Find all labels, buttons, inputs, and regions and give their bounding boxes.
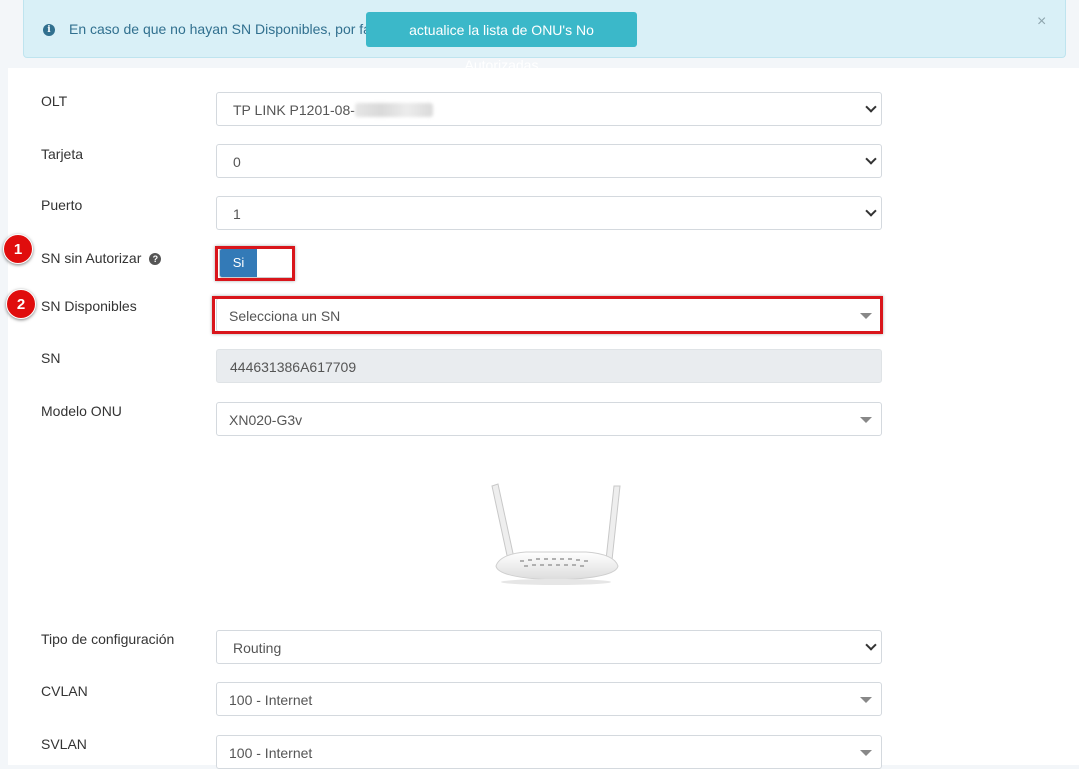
cvlan-label: CVLAN [41,683,88,699]
redacted-text [354,103,433,117]
annotation-badge-2: 2 [6,289,36,319]
tarjeta-value: 0 [233,154,241,170]
caret-down-icon [860,417,872,423]
sn-sin-autorizar-text: SN sin Autorizar [41,250,142,266]
svlan-label: SVLAN [41,736,87,752]
annotation-badge-1: 1 [3,234,33,264]
sn-disponibles-label: SN Disponibles [41,298,137,314]
tarjeta-label: Tarjeta [41,146,84,162]
caret-down-icon [860,697,872,703]
olt-select[interactable]: TP LINK P1201-08- [216,92,882,126]
puerto-value: 1 [233,206,241,222]
chevron-down-icon [865,153,877,165]
tipo-config-label: Tipo de configuración [41,631,175,647]
svlan-value: 100 - Internet [229,745,313,761]
cvlan-select[interactable]: 100 - Internet [216,682,882,716]
tipo-config-select[interactable]: Routing [216,630,882,664]
chevron-down-icon [865,639,877,651]
sn-sin-autorizar-label: SN sin Autorizar? [41,250,162,266]
modelo-onu-value: XN020-G3v [229,412,303,428]
chevron-down-icon [865,205,877,217]
olt-value: TP LINK P1201-08- [233,102,355,118]
svlan-select[interactable]: 100 - Internet [216,735,882,769]
modelo-onu-select[interactable]: XN020-G3v [216,402,882,436]
highlight-box-sn-disponibles [212,296,883,334]
sn-label: SN [41,350,61,366]
onu-router-image [491,483,621,585]
olt-label: OLT [41,93,68,109]
sn-field: 444631386A617709 [216,349,882,383]
sn-value: 444631386A617709 [230,359,357,375]
puerto-label: Puerto [41,197,83,213]
refresh-unauthorized-onu-button[interactable]: actualice la lista de ONU's No Autorizad… [366,12,637,73]
caret-down-icon [860,750,872,756]
puerto-select[interactable]: 1 [216,196,882,230]
info-icon: i [43,24,55,36]
chevron-down-icon [865,101,877,113]
alert-message: En caso de que no hayan SN Disponibles, … [69,21,391,37]
highlight-box-toggle [215,246,295,281]
tarjeta-select[interactable]: 0 [216,144,882,178]
onu-form-card: OLT TP LINK P1201-08- Tarjeta 0 Puerto 1… [8,68,1079,769]
question-icon[interactable]: ? [149,253,162,265]
tipo-config-value: Routing [233,640,282,656]
cvlan-value: 100 - Internet [229,692,313,708]
info-alert: i En caso de que no hayan SN Disponibles… [23,0,1066,73]
modelo-onu-label: Modelo ONU [41,403,122,419]
close-icon[interactable]: × [1037,13,1046,31]
